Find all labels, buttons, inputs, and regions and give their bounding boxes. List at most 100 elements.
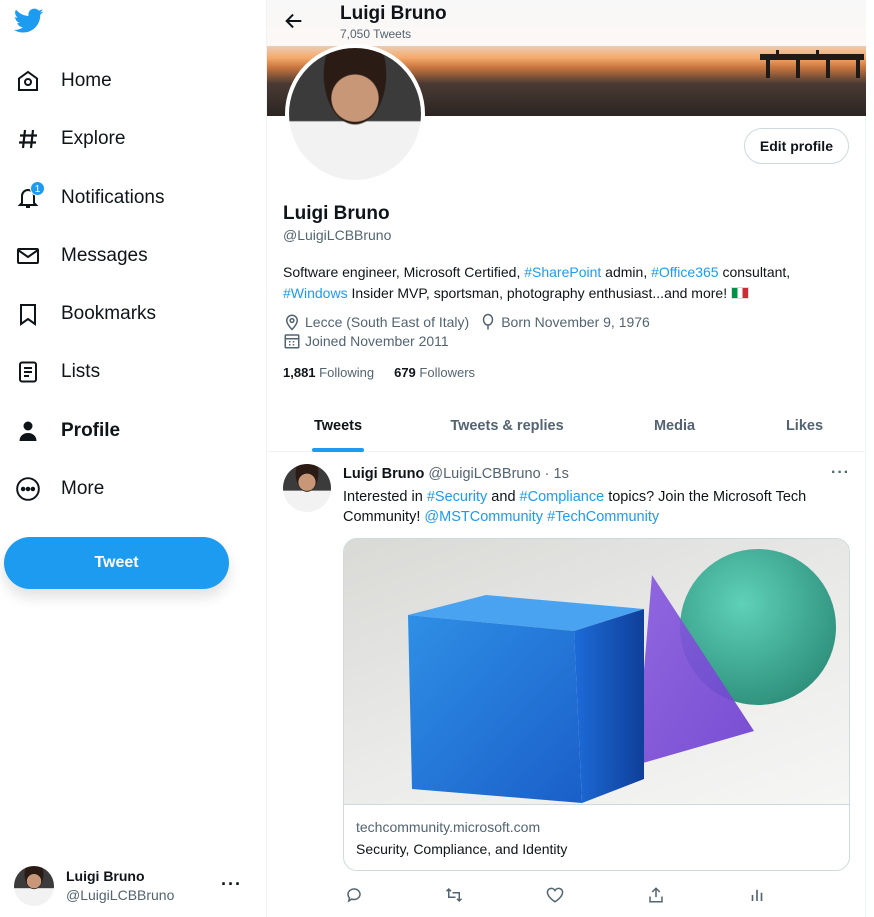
location-item: Lecce (South East of Italy): [283, 313, 469, 331]
main-column: Luigi Bruno 7,050 Tweets Edit profile Lu…: [266, 0, 866, 917]
share-icon[interactable]: [645, 884, 667, 906]
nav-explore[interactable]: Explore: [14, 119, 125, 159]
nav-messages[interactable]: Messages: [14, 236, 148, 276]
tweet-text: Interested in #Security and #Compliance …: [343, 487, 843, 527]
tweet-text-part: Interested in: [343, 489, 427, 505]
link-card[interactable]: techcommunity.microsoft.com Security, Co…: [343, 538, 850, 871]
more-circle-icon: [14, 475, 42, 503]
followers-label: Followers: [419, 365, 476, 380]
profile-handle: @LuigiLCBBruno: [283, 227, 392, 243]
hashtag-link[interactable]: #Windows: [283, 285, 348, 301]
person-icon: [14, 417, 42, 445]
followers-link[interactable]: 679 Followers: [394, 365, 475, 380]
tweet-text-part: and: [487, 489, 520, 505]
tab-likes[interactable]: Likes: [782, 400, 827, 452]
nav-label-notifications: Notifications: [61, 187, 165, 208]
hashtag-link[interactable]: #SharePoint: [524, 264, 601, 280]
edit-profile-button[interactable]: Edit profile: [743, 128, 849, 164]
account-more-icon[interactable]: ···: [221, 874, 242, 895]
bell-icon: 1: [14, 181, 45, 212]
bio-text: admin,: [601, 264, 652, 280]
profile-avatar[interactable]: [285, 44, 425, 184]
tweet-time[interactable]: · 1s: [545, 466, 569, 482]
tweet-handle[interactable]: @LuigiLCBBruno: [428, 466, 540, 482]
followers-count: 679: [394, 365, 416, 380]
tab-label: Tweets & replies: [450, 418, 564, 434]
profile-meta-row-joined: Joined November 2011: [283, 332, 459, 350]
italy-flag-icon: [731, 286, 749, 299]
profile-tabs: Tweets Tweets & replies Media Likes: [267, 400, 866, 452]
retweet-icon[interactable]: [443, 884, 465, 906]
card-title: Security, Compliance, and Identity: [356, 841, 568, 857]
twitter-logo-icon[interactable]: [14, 8, 44, 34]
nav-notifications[interactable]: 1 Notifications: [14, 178, 165, 218]
nav-bookmarks[interactable]: Bookmarks: [14, 294, 156, 334]
balloon-icon: [482, 313, 494, 330]
home-icon: [14, 67, 42, 95]
header-title: Luigi Bruno: [340, 3, 447, 24]
joined-item: Joined November 2011: [283, 332, 449, 350]
birthday-text: Born November 9, 1976: [501, 314, 650, 330]
following-count: 1,881: [283, 365, 316, 380]
birthday-item: Born November 9, 1976: [479, 313, 650, 331]
hashtag-link[interactable]: #Compliance: [520, 489, 605, 505]
sidebar: Home Explore 1 Notifications Messages Bo…: [0, 0, 266, 917]
like-heart-icon[interactable]: [544, 884, 566, 906]
profile-meta-row: Lecce (South East of Italy) Born Novembe…: [283, 313, 660, 331]
account-handle: @LuigiLCBBruno: [66, 887, 175, 903]
analytics-icon[interactable]: [746, 884, 768, 906]
profile-header-bar: Luigi Bruno 7,050 Tweets: [267, 0, 866, 46]
list-icon: [14, 358, 42, 386]
bio-text: Insider MVP, sportsman, photography enth…: [347, 284, 731, 301]
back-arrow-icon[interactable]: [283, 10, 305, 32]
reply-icon[interactable]: [343, 884, 365, 906]
tab-media[interactable]: Media: [647, 400, 702, 452]
nav-label-profile: Profile: [61, 420, 121, 441]
profile-name: Luigi Bruno: [283, 203, 390, 224]
envelope-icon: [14, 242, 42, 270]
tab-tweets[interactable]: Tweets: [312, 400, 364, 452]
tweet-button[interactable]: Tweet: [4, 537, 229, 589]
hashtag-link[interactable]: #Office365: [651, 264, 718, 280]
nav-label-messages: Messages: [61, 245, 148, 266]
nav-label-more: More: [61, 478, 105, 499]
mention-link[interactable]: @MSTCommunity: [424, 509, 543, 525]
following-link[interactable]: 1,881 Following: [283, 365, 374, 380]
bio-text: consultant,: [718, 264, 791, 280]
geometric-shapes-illustration: [408, 549, 836, 803]
joined-text: Joined November 2011: [305, 333, 449, 349]
card-domain: techcommunity.microsoft.com: [356, 819, 541, 835]
nav-profile[interactable]: Profile: [14, 411, 120, 451]
tab-tweets-replies[interactable]: Tweets & replies: [447, 400, 567, 452]
tweet-author[interactable]: Luigi Bruno: [343, 466, 424, 482]
hashtag-link[interactable]: #Security: [427, 489, 487, 505]
nav-more[interactable]: More: [14, 469, 104, 509]
nav-lists[interactable]: Lists: [14, 352, 100, 392]
hashtag-icon: [14, 125, 42, 153]
account-name: Luigi Bruno: [66, 868, 145, 884]
profile-bio: Software engineer, Microsoft Certified, …: [283, 262, 853, 303]
pier-silhouette: [760, 50, 864, 78]
card-image: [344, 539, 849, 805]
follow-stats: 1,881 Following 679 Followers: [283, 365, 495, 380]
tab-label: Media: [653, 418, 696, 434]
bio-text: Software engineer, Microsoft Certified,: [283, 264, 525, 280]
following-label: Following: [319, 365, 375, 380]
location-pin-icon: [285, 314, 299, 331]
nav-home[interactable]: Home: [14, 61, 112, 101]
tab-label: Likes: [785, 418, 824, 434]
nav-label-lists: Lists: [61, 361, 101, 382]
nav-label-explore: Explore: [61, 128, 126, 149]
notification-badge: 1: [30, 181, 45, 196]
hashtag-link[interactable]: #TechCommunity: [547, 509, 659, 525]
tweet-actions: [343, 884, 783, 906]
tweet-more-icon[interactable]: ···: [831, 464, 850, 482]
header-tweet-count: 7,050 Tweets: [340, 27, 412, 41]
tweet[interactable]: Luigi Bruno @LuigiLCBBruno · 1s ··· Inte…: [267, 452, 866, 917]
tweet-avatar[interactable]: [283, 464, 331, 512]
nav-label-home: Home: [61, 70, 112, 91]
tweet-header: Luigi Bruno @LuigiLCBBruno · 1s: [343, 466, 569, 482]
account-names: Luigi Bruno @LuigiLCBBruno: [66, 867, 174, 905]
nav-label-bookmarks: Bookmarks: [61, 303, 157, 324]
account-switcher[interactable]: Luigi Bruno @LuigiLCBBruno ···: [14, 862, 254, 910]
